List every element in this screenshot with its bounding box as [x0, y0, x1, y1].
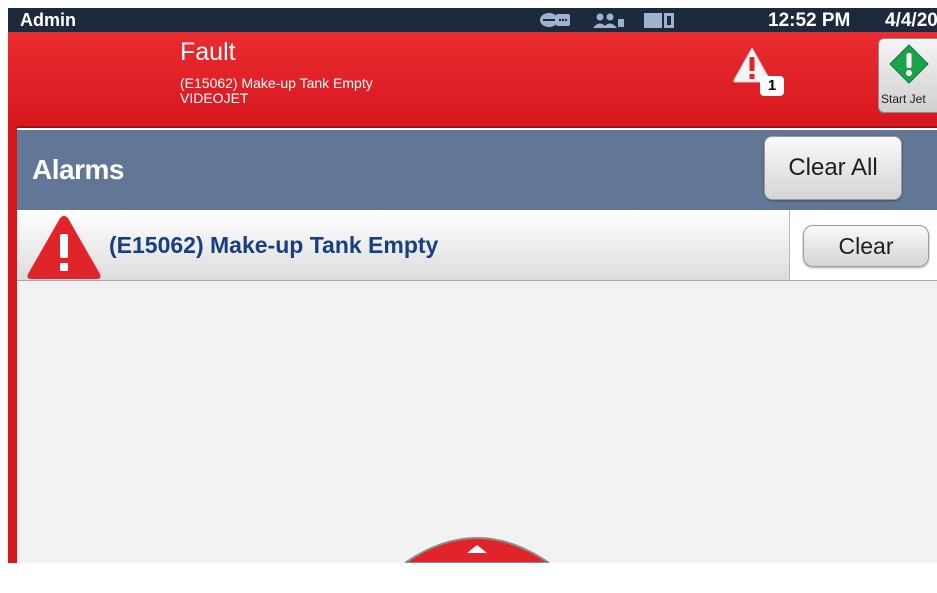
users-icon — [593, 13, 624, 28]
clear-all-button[interactable]: Clear All — [764, 136, 902, 200]
alarm-indicator-button[interactable]: 1 — [732, 46, 788, 96]
alarm-list-empty-area — [17, 281, 937, 563]
fault-code: (E15062) Make-up Tank Empty — [180, 75, 373, 91]
left-rail — [8, 126, 17, 563]
start-jet-button[interactable]: Start Jet — [878, 38, 937, 113]
alarms-title: Alarms — [32, 154, 124, 185]
start-jet-icon — [889, 44, 929, 84]
status-icons — [538, 11, 688, 29]
alarm-message: (E15062) Make-up Tank Empty — [109, 232, 439, 258]
clock-time: 12:52 PM — [768, 10, 851, 31]
clear-alarm-button[interactable]: Clear — [803, 225, 929, 267]
chevron-up-icon — [401, 537, 553, 564]
fault-warning-icon — [27, 216, 101, 279]
alarm-count-badge: 1 — [760, 76, 784, 96]
alarms-title-bar: Alarms Clear All — [17, 130, 937, 210]
alarm-action-cell: Clear — [790, 210, 937, 280]
alarm-list-item[interactable]: (E15062) Make-up Tank Empty Clear — [17, 210, 937, 281]
scroll-up-handle[interactable] — [401, 533, 553, 593]
storage-icon — [644, 13, 674, 28]
company-name: VIDEOJET — [180, 90, 249, 106]
fault-header: Fault (E15062) Make-up Tank Empty VIDEOJ… — [8, 32, 937, 128]
printer-status: Fault — [180, 38, 236, 66]
status-bar: Admin 12:52 PM 4/4/20 — [8, 8, 937, 32]
clock-date: 4/4/20 — [885, 10, 937, 31]
user-name: Admin — [20, 10, 76, 30]
connection-icon — [540, 13, 570, 27]
start-jet-label: Start Jet — [881, 92, 926, 106]
